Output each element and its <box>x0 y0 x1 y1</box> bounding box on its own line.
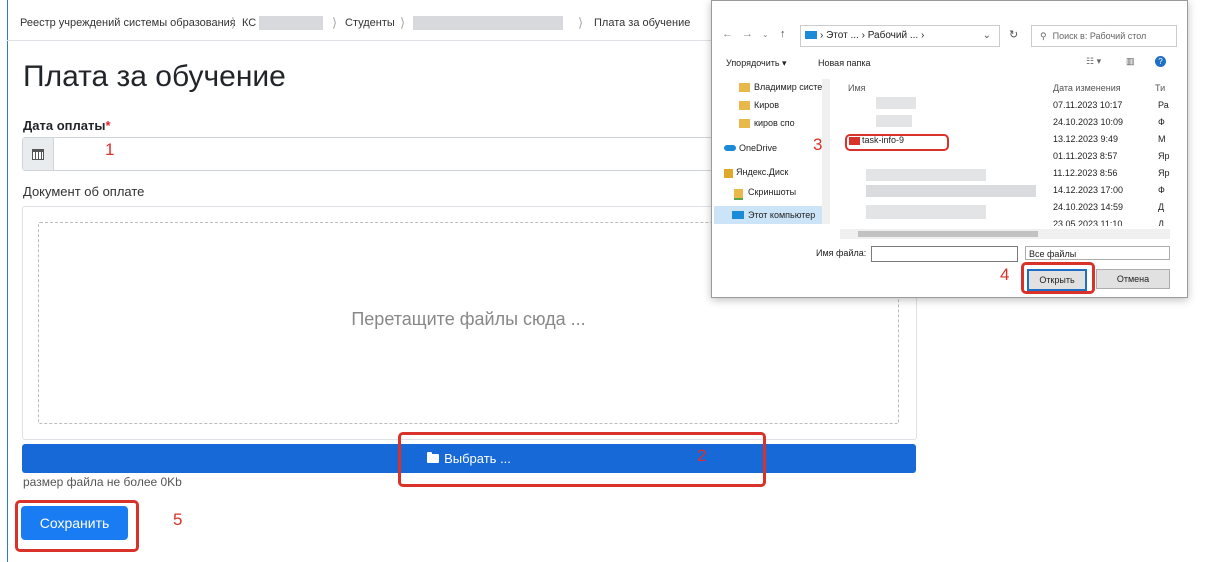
breadcrumb-separator: ⟩ <box>231 15 237 30</box>
sidebar-item[interactable]: Скриншоты <box>748 187 796 197</box>
document-label: Документ об оплате <box>23 184 145 199</box>
sidebar-item[interactable]: киров спо <box>754 118 795 128</box>
filetype-select[interactable]: Все файлы <box>1025 246 1170 260</box>
back-arrow-icon[interactable]: ← <box>722 28 733 40</box>
file-type: Яр <box>1158 168 1170 178</box>
cloud-icon <box>724 145 736 151</box>
breadcrumb-item-tuition: Плата за обучение <box>594 17 691 29</box>
forward-arrow-icon[interactable]: → <box>742 28 753 40</box>
calendar-button[interactable] <box>23 138 54 170</box>
file-type: Ф <box>1158 117 1165 127</box>
file-size-note: размер файла не более 0Kb <box>23 475 182 489</box>
breadcrumb-separator: ⟩ <box>400 15 406 30</box>
new-folder-button[interactable]: Новая папка <box>818 58 870 68</box>
file-list-scrollbar[interactable] <box>840 229 1170 239</box>
filename-row: Имя файла: Все файлы <box>712 246 1187 262</box>
file-date: 24.10.2023 10:09 <box>1053 117 1124 127</box>
organize-menu[interactable]: Упорядочить ▾ <box>726 58 787 69</box>
file-type: Яр <box>1158 151 1170 161</box>
breadcrumb-separator: ⟩ <box>578 15 584 30</box>
file-type: М <box>1158 134 1166 144</box>
search-box[interactable]: ⚲ Поиск в: Рабочий стол <box>1031 25 1177 47</box>
breadcrumb-item-college[interactable]: КС <box>242 17 256 29</box>
column-header-name[interactable]: Имя <box>848 83 866 93</box>
file-open-dialog: ← → ⌄ ↑ › Этот ... › Рабочий ... › ⌄ ↻ ⚲… <box>711 0 1188 298</box>
file-date: 01.11.2023 8:57 <box>1053 151 1118 161</box>
highlight-open-button <box>1021 262 1095 294</box>
breadcrumb-separator: ⟩ <box>332 15 338 30</box>
breadcrumb-item-students[interactable]: Студенты <box>345 17 395 29</box>
view-options-icon[interactable]: ☷ ▾ <box>1086 56 1101 67</box>
monitor-icon <box>805 31 817 40</box>
highlight-task-file <box>845 134 949 151</box>
scroll-thumb[interactable] <box>858 231 1038 237</box>
history-chevron-icon[interactable]: ⌄ <box>762 30 769 39</box>
help-icon[interactable]: ? <box>1155 56 1166 67</box>
search-icon: ⚲ <box>1040 31 1047 41</box>
filename-input[interactable] <box>871 246 1018 262</box>
file-date: 24.10.2023 14:59 <box>1053 202 1124 212</box>
sidebar-item[interactable]: Киров <box>754 100 779 110</box>
path-box[interactable]: › Этот ... › Рабочий ... › ⌄ <box>800 25 1000 47</box>
sidebar-item[interactable]: OneDrive <box>739 143 777 153</box>
date-label-text: Дата оплаты <box>23 118 106 133</box>
file-date: 11.12.2023 8:56 <box>1053 168 1118 178</box>
calendar-icon <box>32 148 44 160</box>
path-segment[interactable]: Рабочий ... <box>868 30 918 41</box>
redacted-block <box>876 115 912 127</box>
annotation-4: 4 <box>1000 265 1010 284</box>
chevron-down-icon[interactable]: ⌄ <box>983 26 991 46</box>
filename-label: Имя файла: <box>816 248 867 258</box>
file-type: Ра <box>1158 100 1169 110</box>
drop-zone-text: Перетащите файлы сюда ... <box>351 309 586 329</box>
redacted-block <box>259 16 323 30</box>
screenshots-folder-icon <box>734 189 743 200</box>
sidebar-scrollbar[interactable] <box>822 79 830 224</box>
redacted-block <box>413 16 563 30</box>
required-mark: * <box>105 118 111 133</box>
file-date: 23.05.2023 11:10 <box>1053 219 1123 226</box>
address-bar: ← → ⌄ ↑ › Этот ... › Рабочий ... › ⌄ ↻ ⚲… <box>718 24 1193 47</box>
annotation-3: 3 <box>813 135 823 154</box>
annotation-1: 1 <box>105 140 115 159</box>
redacted-block <box>866 205 986 219</box>
folder-icon <box>739 101 750 110</box>
file-date: 07.11.2023 10:17 <box>1053 100 1123 110</box>
redacted-block <box>866 185 1036 197</box>
path-segment[interactable]: Этот ... <box>826 30 859 41</box>
cancel-button[interactable]: Отмена <box>1096 269 1170 289</box>
file-type: Д <box>1158 202 1165 212</box>
folder-icon <box>739 83 750 92</box>
search-placeholder: Поиск в: Рабочий стол <box>1052 31 1147 41</box>
highlight-save-button <box>15 500 139 552</box>
folder-icon <box>739 119 750 128</box>
preview-pane-icon[interactable]: ▥ <box>1126 56 1135 67</box>
up-arrow-icon[interactable]: ↑ <box>780 28 786 40</box>
column-header-type[interactable]: Ти <box>1155 83 1165 93</box>
breadcrumb-item-registry[interactable]: Реестр учреждений системы образования <box>20 17 236 29</box>
redacted-block <box>876 97 916 109</box>
sidebar-item[interactable]: Этот компьютер <box>748 210 815 220</box>
payment-date-field[interactable] <box>22 137 723 171</box>
file-type: Ф <box>1158 185 1165 195</box>
column-header-date[interactable]: Дата изменения <box>1053 83 1121 93</box>
file-date: 14.12.2023 17:00 <box>1053 185 1124 195</box>
sidebar-item[interactable]: Владимир систе <box>754 82 822 92</box>
filetype-value: Все файлы <box>1029 249 1077 259</box>
date-label: Дата оплаты* <box>23 118 111 133</box>
breadcrumb: Реестр учреждений системы образования ⟩ … <box>7 8 719 41</box>
annotation-2: 2 <box>697 446 707 465</box>
redacted-block <box>866 169 986 181</box>
refresh-icon[interactable]: ↻ <box>1009 28 1018 41</box>
computer-icon <box>732 211 744 219</box>
file-list: Имя Дата изменения Ти task-info-9 07.11.… <box>848 79 1170 229</box>
sidebar-item[interactable]: Яндекс.Диск <box>736 167 788 177</box>
file-type: Д <box>1158 219 1165 226</box>
highlight-choose-button <box>398 432 766 487</box>
annotation-5: 5 <box>173 510 183 529</box>
file-date: 13.12.2023 9:49 <box>1053 134 1119 144</box>
yandex-disk-icon <box>724 169 733 178</box>
dialog-toolbar: Упорядочить ▾ Новая папка ☷ ▾ ▥ ? <box>712 54 1187 72</box>
page-title: Плата за обучение <box>23 60 286 93</box>
